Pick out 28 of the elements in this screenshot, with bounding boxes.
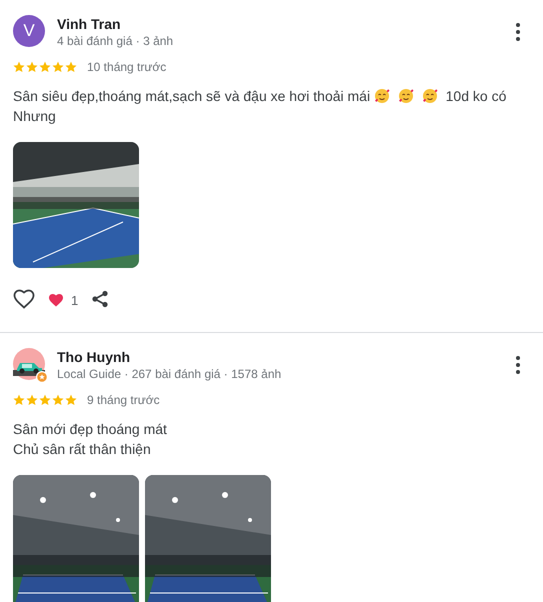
- car-avatar[interactable]: [13, 348, 45, 380]
- indoor-court-photo[interactable]: [13, 475, 139, 602]
- smiling-face-hearts-icon: [422, 88, 438, 104]
- star-icon: [39, 394, 51, 406]
- smiling-face-hearts-icon: [398, 88, 414, 104]
- review-text: Sân mới đẹp thoáng mát Chủ sân rất thân thiện: [13, 420, 168, 459]
- reviewer-stats: 4 bài đánh giá · 3 ảnh: [57, 34, 174, 48]
- star-icon: [65, 61, 77, 73]
- reaction-count: 1: [71, 292, 78, 308]
- reviewer-stats: Local Guide · 267 bài đánh giá · 1578 ảnh: [57, 367, 282, 381]
- reviewer-name[interactable]: Tho Huynh: [57, 349, 494, 365]
- indoor-court-photo[interactable]: [145, 475, 271, 602]
- star-icon: [52, 61, 64, 73]
- star-icon: [13, 394, 25, 406]
- review-time: 10 tháng trước: [87, 60, 166, 74]
- reviewer-name[interactable]: Vinh Tran: [57, 16, 494, 32]
- star-icon: [39, 61, 51, 73]
- star-icon: [26, 394, 38, 406]
- user-avatar[interactable]: V: [13, 15, 45, 47]
- star-icon: [26, 61, 38, 73]
- smiling-face-hearts-icon: [374, 88, 390, 104]
- review-time: 9 tháng trước: [87, 393, 160, 407]
- star-icon: [13, 61, 25, 73]
- heart-icon: [49, 294, 63, 306]
- star-icon: [52, 394, 64, 406]
- review-text: Sân siêu đẹp,thoáng mát,sạch sẽ và đậu xe hơi thoải mái 10d ko có Nhưng: [13, 87, 508, 126]
- star-icon: [65, 394, 77, 406]
- tennis-court-photo[interactable]: [13, 142, 139, 268]
